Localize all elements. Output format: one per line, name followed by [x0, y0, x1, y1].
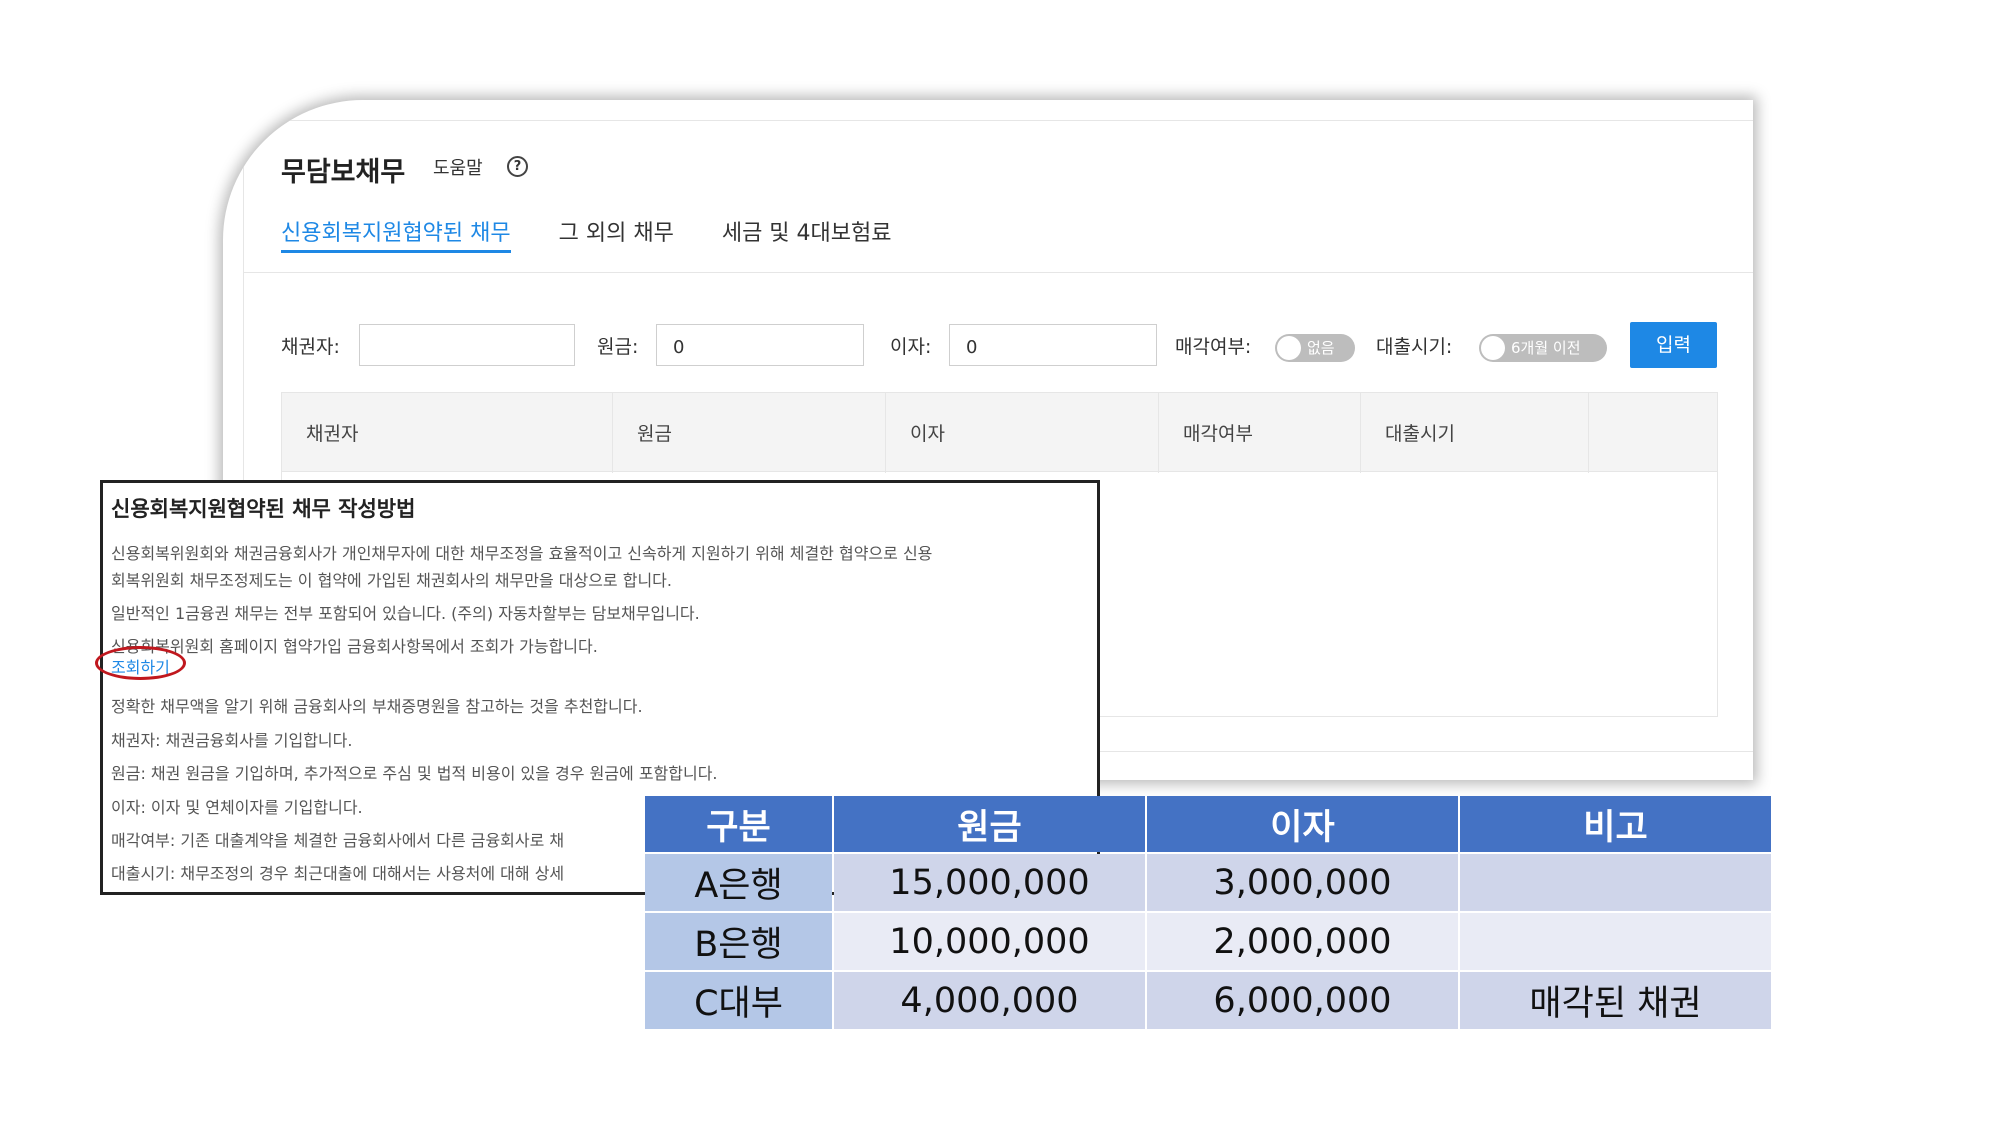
help-line: 매각여부: 기존 대출계약을 체결한 금융회사에서 다른 금융회사로 채: [111, 831, 565, 850]
help-line: 신용회복위원회와 채권금융회사가 개인채무자에 대한 채무조정을 효율적이고 신…: [111, 544, 933, 563]
grid-col-loan-period: 대출시기: [1361, 393, 1589, 473]
grid-col-principal: 원금: [613, 393, 886, 473]
grid-col-interest: 이자: [886, 393, 1159, 473]
highlight-ellipse: [95, 646, 186, 680]
grid-col-actions: [1589, 393, 1719, 473]
sold-toggle-text: 없음: [1307, 339, 1335, 357]
help-line: 회복위원회 채무조정제도는 이 협약에 가입된 채권회사의 채무만을 대상으로 …: [111, 571, 672, 590]
interest-input[interactable]: 0: [949, 324, 1157, 366]
cell-category: B은행: [645, 913, 832, 970]
help-panel-title: 신용회복지원협약된 채무 작성방법: [111, 497, 416, 521]
loan-period-toggle[interactable]: 6개월 이전: [1479, 334, 1607, 362]
help-line: 정확한 채무액을 알기 위해 금융회사의 부채증명원을 참고하는 것을 추천합니…: [111, 697, 643, 716]
sold-label: 매각여부:: [1175, 336, 1252, 358]
cell-category: C대부: [645, 972, 832, 1029]
help-line: 이자: 이자 및 연체이자를 기입합니다.: [111, 798, 363, 817]
header-interest: 이자: [1147, 796, 1458, 852]
tab-credit-recovery-debt[interactable]: 신용회복지원협약된 채무: [281, 215, 511, 253]
cell-interest: 3,000,000: [1147, 854, 1458, 911]
help-line: 원금: 채권 원금을 기입하며, 추가적으로 주심 및 법적 비용이 있을 경우…: [111, 764, 718, 783]
help-line: 대출시기: 채무조정의 경우 최근대출에 대해서는 사용처에 대해 상세: [111, 864, 565, 883]
toggle-knob: [1481, 336, 1505, 360]
principal-label: 원금:: [597, 336, 639, 358]
creditor-label: 채권자:: [281, 336, 340, 358]
interest-label: 이자:: [890, 336, 932, 358]
cell-note: [1460, 913, 1771, 970]
tabs-divider: [243, 272, 1753, 273]
loan-period-toggle-text: 6개월 이전: [1511, 339, 1581, 357]
help-line: 일반적인 1금융권 채무는 전부 포함되어 있습니다. (주의) 자동차할부는 …: [111, 604, 700, 623]
table-row: A은행 15,000,000 3,000,000: [645, 854, 1771, 911]
table-header-row: 구분 원금 이자 비고: [645, 796, 1771, 852]
table-row: C대부 4,000,000 6,000,000 매각된 채권: [645, 972, 1771, 1029]
header-note: 비고: [1460, 796, 1771, 852]
tab-tax-insurance[interactable]: 세금 및 4대보험료: [722, 215, 892, 253]
creditor-input[interactable]: [359, 324, 575, 366]
page-title: 무담보채무: [281, 157, 406, 188]
table-row: B은행 10,000,000 2,000,000: [645, 913, 1771, 970]
header-category: 구분: [645, 796, 832, 852]
example-debt-table: 구분 원금 이자 비고 A은행 15,000,000 3,000,000 B은행…: [643, 794, 1773, 1031]
submit-button[interactable]: 입력: [1630, 322, 1717, 368]
sold-toggle[interactable]: 없음: [1275, 334, 1355, 362]
help-line: 채권자: 채권금융회사를 기입합니다.: [111, 731, 353, 750]
header-principal: 원금: [834, 796, 1145, 852]
grid-col-sold: 매각여부: [1159, 393, 1361, 473]
toggle-knob: [1277, 336, 1301, 360]
cell-principal: 10,000,000: [834, 913, 1145, 970]
cell-interest: 2,000,000: [1147, 913, 1458, 970]
principal-input[interactable]: 0: [656, 324, 864, 366]
tab-other-debt[interactable]: 그 외의 채무: [559, 215, 674, 253]
cell-interest: 6,000,000: [1147, 972, 1458, 1029]
cell-note: 매각된 채권: [1460, 972, 1771, 1029]
help-line: 신용회복위원회 홈페이지 협약가입 금융회사항목에서 조회가 가능합니다.: [111, 637, 598, 656]
tab-bar: 신용회복지원협약된 채무 그 외의 채무 세금 및 4대보험료: [281, 215, 940, 253]
cell-principal: 4,000,000: [834, 972, 1145, 1029]
debt-grid-header: 채권자 원금 이자 매각여부 대출시기: [281, 392, 1719, 473]
help-link[interactable]: 도움말: [433, 154, 483, 180]
cell-category: A은행: [645, 854, 832, 911]
cell-note: [1460, 854, 1771, 911]
help-question-icon[interactable]: ?: [507, 156, 528, 177]
cell-principal: 15,000,000: [834, 854, 1145, 911]
loan-period-label: 대출시기:: [1376, 336, 1453, 358]
grid-col-creditor: 채권자: [282, 393, 613, 473]
